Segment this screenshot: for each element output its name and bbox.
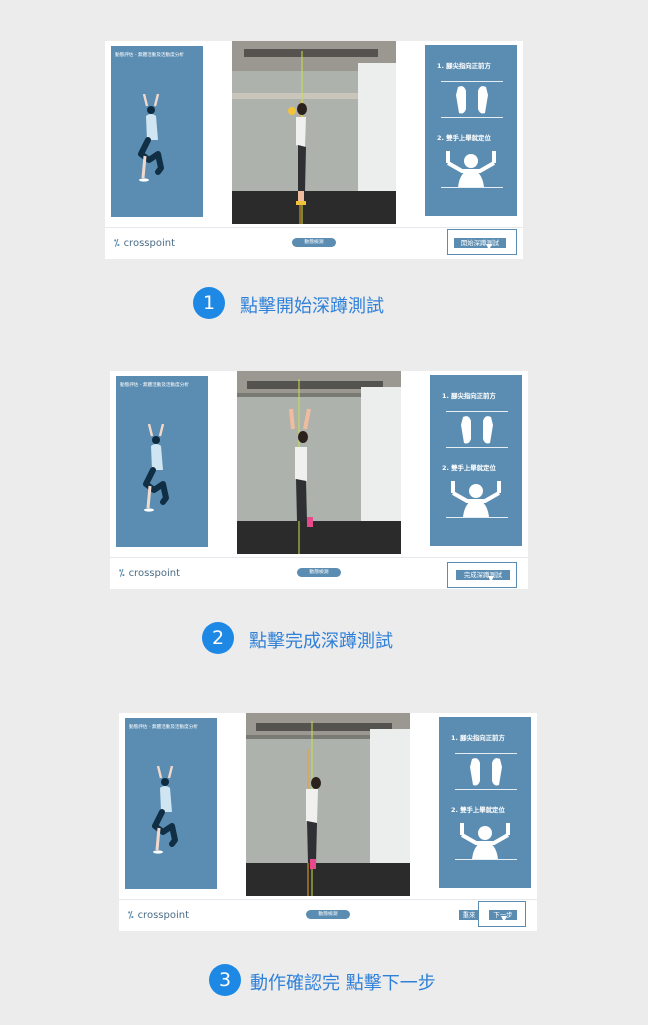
crosspoint-logo: ⁒ crosspoint bbox=[114, 238, 175, 249]
left-panel-title: 動態評估 - 無體活動及活動度分析 bbox=[129, 725, 198, 730]
crosspoint-mark-icon: ⁒ bbox=[114, 238, 120, 249]
action-button-highlight: 下一步 bbox=[478, 901, 526, 927]
step-number-badge: 2 bbox=[202, 622, 234, 654]
divider bbox=[446, 447, 508, 448]
arms-raised-icon bbox=[451, 481, 501, 517]
camera-feed bbox=[246, 713, 410, 896]
crosspoint-logo: ⁒ crosspoint bbox=[119, 568, 180, 579]
instruction-feet: 1. 腳尖指向正前方 bbox=[442, 392, 496, 400]
footer-bar: ⁒ crosspoint 動態檢測 完成深蹲測試 bbox=[110, 557, 528, 590]
step-3-caption: 3 動作確認完 點擊下一步 bbox=[209, 964, 469, 996]
left-panel-title: 動態評估 - 無體活動及活動度分析 bbox=[120, 383, 189, 388]
feet-icon bbox=[456, 86, 488, 114]
action-button-highlight: 開始深蹲測試 bbox=[447, 229, 517, 255]
squat-guide-panel: 動態評估 - 無體活動及活動度分析 bbox=[111, 46, 203, 217]
camera-feed-image bbox=[246, 713, 410, 896]
divider bbox=[455, 753, 517, 754]
brand-name: crosspoint bbox=[123, 238, 175, 249]
step-number-badge: 1 bbox=[193, 287, 225, 319]
mouse-cursor-icon bbox=[486, 244, 492, 250]
brand-name: crosspoint bbox=[137, 910, 189, 921]
camera-feed bbox=[237, 371, 401, 554]
instruction-panel: 1. 腳尖指向正前方 2. 雙手上舉就定位 bbox=[425, 45, 517, 216]
step-caption-text: 動作確認完 點擊下一步 bbox=[250, 973, 436, 994]
detect-status-pill: 動態檢測 bbox=[297, 568, 341, 577]
screenshot-panel-1: 動態評估 - 無體活動及活動度分析 1. 腳尖指向正前方 2. 雙手上舉就定位 … bbox=[105, 41, 523, 259]
divider bbox=[455, 859, 517, 860]
mouse-cursor-icon bbox=[488, 576, 494, 582]
divider bbox=[446, 517, 508, 518]
instruction-feet: 1. 腳尖指向正前方 bbox=[451, 734, 505, 742]
step-caption-text: 點擊完成深蹲測試 bbox=[249, 631, 393, 652]
squat-figure-illustration bbox=[143, 424, 169, 512]
divider bbox=[441, 187, 503, 188]
screenshot-panel-2: 動態評估 - 無體活動及活動度分析 1. 腳尖指向正前方 2. 雙手上舉就定位 … bbox=[110, 371, 528, 589]
detect-status-pill: 動態檢測 bbox=[292, 238, 336, 247]
instruction-panel: 1. 腳尖指向正前方 2. 雙手上舉就定位 bbox=[439, 717, 531, 888]
left-panel-title: 動態評估 - 無體活動及活動度分析 bbox=[115, 53, 184, 58]
instruction-panel: 1. 腳尖指向正前方 2. 雙手上舉就定位 bbox=[430, 375, 522, 546]
squat-guide-panel: 動態評估 - 無體活動及活動度分析 bbox=[125, 718, 217, 889]
squat-figure-illustration bbox=[152, 766, 178, 854]
start-squat-test-button[interactable]: 開始深蹲測試 bbox=[454, 238, 506, 248]
divider bbox=[441, 117, 503, 118]
step-2-caption: 2 點擊完成深蹲測試 bbox=[202, 622, 422, 654]
step-caption-text: 點擊開始深蹲測試 bbox=[240, 296, 384, 317]
crosspoint-logo: ⁒ crosspoint bbox=[128, 910, 189, 921]
divider bbox=[455, 789, 517, 790]
arms-raised-icon bbox=[446, 151, 496, 187]
camera-feed-image bbox=[232, 41, 396, 224]
mouse-cursor-icon bbox=[501, 916, 507, 922]
step-number-badge: 3 bbox=[209, 964, 241, 996]
divider bbox=[446, 411, 508, 412]
instruction-arms: 2. 雙手上舉就定位 bbox=[437, 134, 491, 142]
instruction-feet: 1. 腳尖指向正前方 bbox=[437, 62, 491, 70]
crosspoint-mark-icon: ⁒ bbox=[119, 568, 125, 579]
instruction-arms: 2. 雙手上舉就定位 bbox=[442, 464, 496, 472]
camera-feed-image bbox=[237, 371, 401, 554]
squat-guide-panel: 動態評估 - 無體活動及活動度分析 bbox=[116, 376, 208, 547]
brand-name: crosspoint bbox=[128, 568, 180, 579]
footer-bar: ⁒ crosspoint 動態檢測 開始深蹲測試 bbox=[105, 227, 523, 260]
camera-feed bbox=[232, 41, 396, 224]
feet-icon bbox=[461, 416, 493, 444]
arms-raised-icon bbox=[460, 823, 510, 859]
finish-squat-test-button[interactable]: 完成深蹲測試 bbox=[456, 570, 510, 580]
divider bbox=[441, 81, 503, 82]
feet-icon bbox=[470, 758, 502, 786]
footer-bar: ⁒ crosspoint 動態檢測 重來 下一步 bbox=[119, 899, 537, 932]
screenshot-panel-3: 動態評估 - 無體活動及活動度分析 1. 腳尖指向正前方 2. 雙手上舉就定位 … bbox=[119, 713, 537, 931]
squat-figure-illustration bbox=[138, 94, 164, 182]
retry-button[interactable]: 重來 bbox=[459, 910, 479, 920]
crosspoint-mark-icon: ⁒ bbox=[128, 910, 134, 921]
action-button-highlight: 完成深蹲測試 bbox=[447, 562, 517, 588]
step-1-caption: 1 點擊開始深蹲測試 bbox=[193, 287, 413, 319]
detect-status-pill: 動態檢測 bbox=[306, 910, 350, 919]
instruction-arms: 2. 雙手上舉就定位 bbox=[451, 806, 505, 814]
